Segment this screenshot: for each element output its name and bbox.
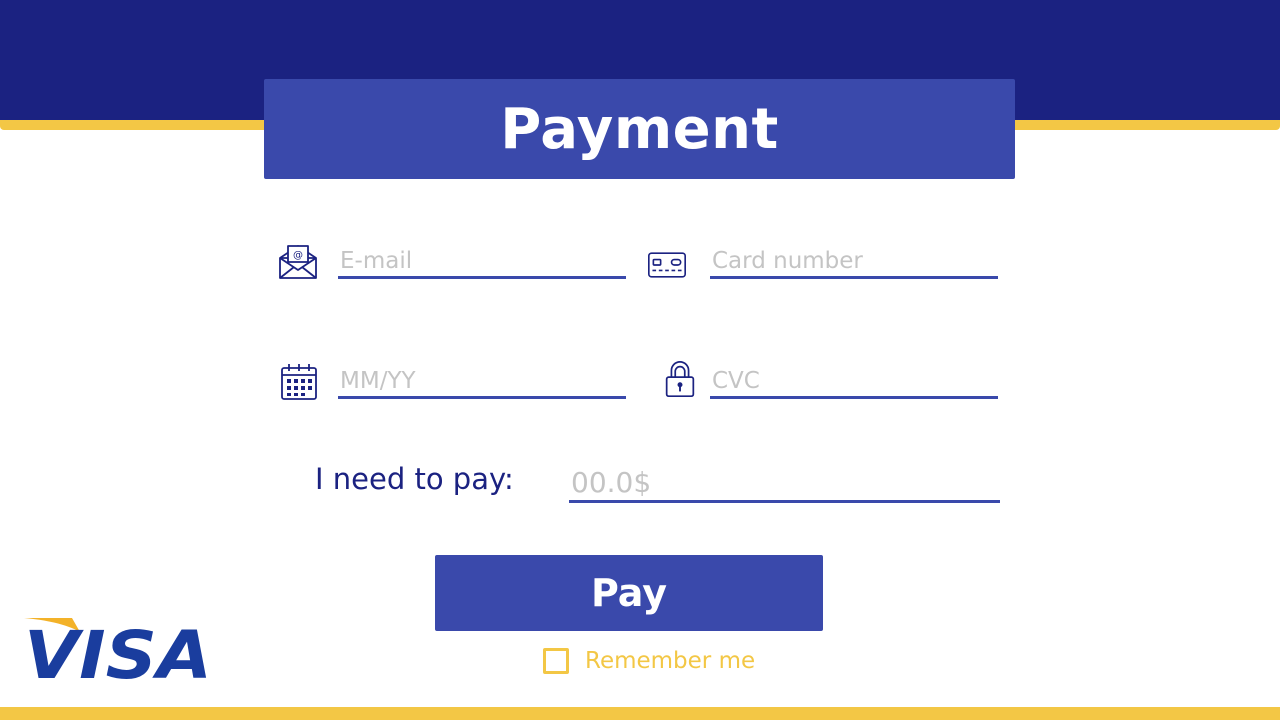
amount-input[interactable] bbox=[569, 464, 1000, 503]
expiry-input[interactable] bbox=[338, 365, 626, 399]
footer-accent-stripe bbox=[0, 707, 1280, 720]
pay-button[interactable]: Pay bbox=[435, 555, 823, 631]
remember-me-label: Remember me bbox=[585, 648, 756, 674]
envelope-icon: @ bbox=[279, 245, 317, 279]
title-banner: Payment bbox=[264, 79, 1015, 179]
pay-button-label: Pay bbox=[590, 571, 668, 615]
amount-label: I need to pay: bbox=[315, 462, 514, 496]
email-input[interactable] bbox=[338, 245, 626, 279]
remember-me-toggle[interactable]: Remember me bbox=[543, 646, 755, 676]
visa-logo: VISA bbox=[24, 617, 212, 684]
credit-card-icon bbox=[648, 252, 686, 278]
visa-logo-text: VISA bbox=[24, 617, 212, 684]
remember-me-checkbox[interactable] bbox=[543, 648, 569, 674]
page-title: Payment bbox=[500, 96, 779, 162]
svg-text:@: @ bbox=[293, 250, 303, 261]
cvc-input[interactable] bbox=[710, 365, 998, 399]
calendar-icon bbox=[281, 364, 317, 400]
padlock-icon bbox=[665, 361, 695, 398]
card-number-input[interactable] bbox=[710, 245, 998, 279]
